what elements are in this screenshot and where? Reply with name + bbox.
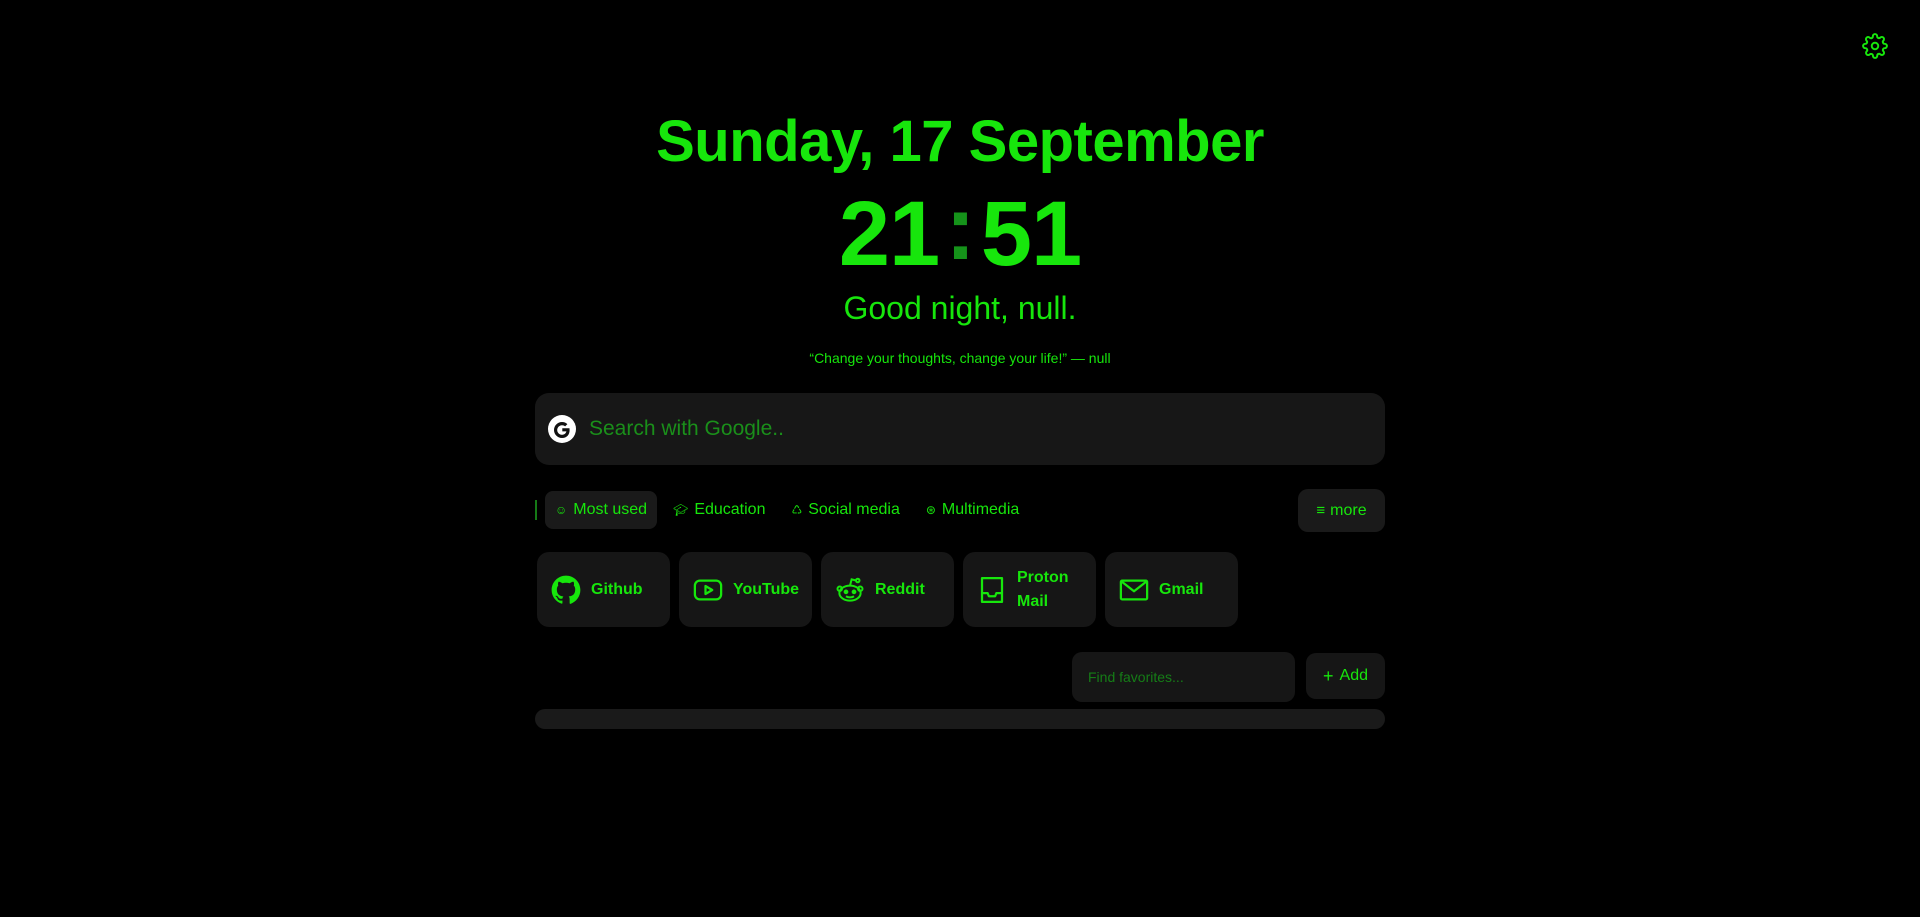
clock: 21:51 <box>0 178 1920 285</box>
mail-icon <box>1119 579 1149 600</box>
settings-button[interactable] <box>1862 33 1888 59</box>
search-bar[interactable] <box>535 393 1385 465</box>
favorite-label: Github <box>591 580 643 598</box>
tab-multimedia[interactable]: ⊛ Multimedia <box>916 491 1029 529</box>
recycle-icon: ♺ <box>791 503 803 517</box>
tab-social-media[interactable]: ♺ Social media <box>781 491 909 529</box>
tab-label: Education <box>694 501 766 518</box>
tabs-divider <box>535 500 537 520</box>
gear-icon <box>1862 33 1888 59</box>
favorite-label: Proton Mail <box>1017 568 1069 610</box>
favorite-label: Reddit <box>875 580 925 598</box>
favorites-grid: Github YouTube Reddit Proton Mail Gmail <box>537 552 1247 627</box>
clock-separator: : <box>945 177 976 279</box>
favorite-label: Gmail <box>1159 580 1204 598</box>
more-button[interactable]: ≡ more <box>1298 489 1385 532</box>
tab-education[interactable]: 🎓︎ Education <box>663 491 775 529</box>
plus-icon: + <box>1323 665 1334 686</box>
github-icon <box>551 575 581 604</box>
find-favorites-input[interactable] <box>1086 668 1290 686</box>
favorite-label: YouTube <box>733 580 800 598</box>
menu-icon: ≡ <box>1316 502 1326 519</box>
favorite-gmail[interactable]: Gmail <box>1105 552 1238 627</box>
smile-icon: ☺ <box>555 503 568 517</box>
category-tabs: ☺ Most used 🎓︎ Education ♺ Social media … <box>535 490 1035 530</box>
quote: “Change your thoughts, change your life!… <box>809 350 1111 366</box>
google-icon[interactable] <box>547 414 577 444</box>
favorite-github[interactable]: Github <box>537 552 670 627</box>
clock-hours: 21 <box>838 183 940 285</box>
add-label: Add <box>1339 667 1368 684</box>
favorite-proton-mail[interactable]: Proton Mail <box>963 552 1096 627</box>
add-button[interactable]: + Add <box>1306 653 1385 699</box>
tab-most-used[interactable]: ☺ Most used <box>545 491 658 529</box>
favorite-youtube[interactable]: YouTube <box>679 552 812 627</box>
progress-bar <box>535 709 1385 729</box>
date-heading: Sunday, 17 September <box>656 109 1264 174</box>
find-favorites[interactable] <box>1072 652 1295 702</box>
reddit-icon <box>836 577 864 602</box>
tab-label: Most used <box>573 501 648 518</box>
play-circle-icon: ⊛ <box>925 503 936 517</box>
search-input[interactable] <box>587 416 1371 442</box>
greeting: Good night, null. <box>843 290 1077 326</box>
tab-label: Multimedia <box>941 501 1020 518</box>
clock-minutes: 51 <box>980 183 1082 285</box>
more-label: more <box>1330 501 1367 519</box>
favorite-reddit[interactable]: Reddit <box>821 552 954 627</box>
youtube-icon <box>693 579 723 600</box>
tab-label: Social media <box>808 501 900 518</box>
graduation-cap-icon: 🎓︎ <box>673 503 689 517</box>
inbox-icon <box>980 576 1004 603</box>
